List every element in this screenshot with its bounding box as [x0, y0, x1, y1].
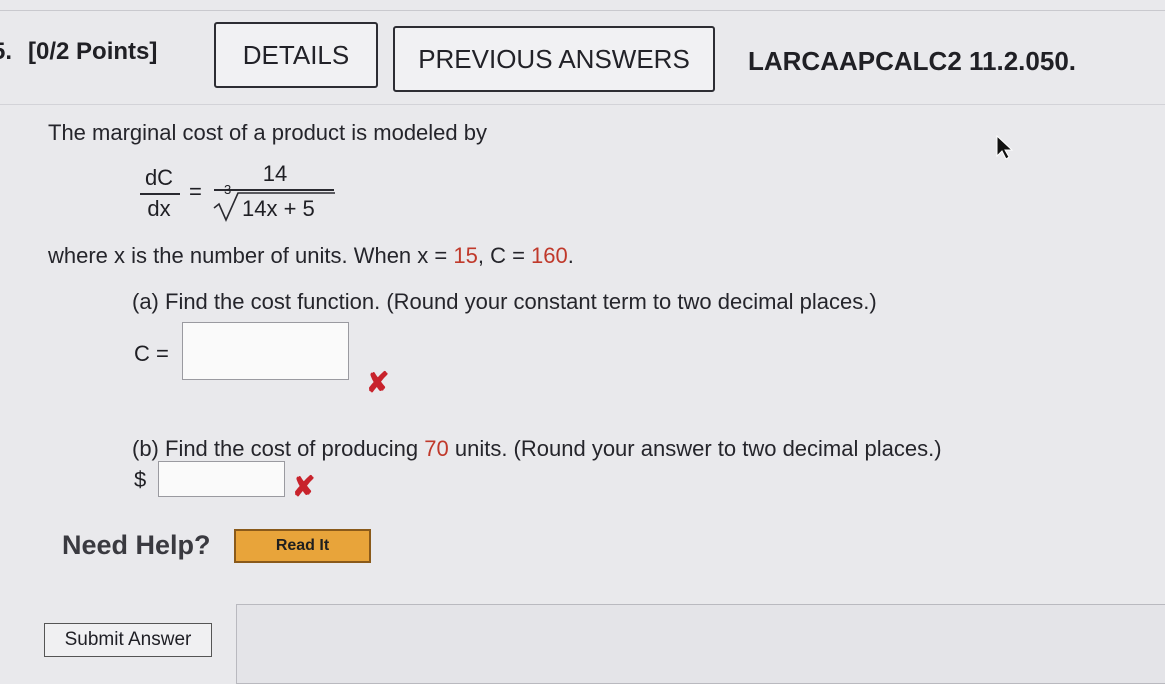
previous-answers-button[interactable]: PREVIOUS ANSWERS: [393, 26, 715, 92]
c-value: 160: [531, 243, 568, 268]
cost-function-label: C =: [134, 341, 169, 366]
condition-mid: , C =: [477, 243, 532, 268]
need-help-label: Need Help?: [62, 530, 211, 560]
currency-symbol: $: [134, 467, 147, 492]
part-b-suffix: units. (Round your answer to two decimal…: [448, 436, 942, 461]
points-label: [0/2 Points]: [28, 38, 158, 65]
given-condition: where x is the number of units. When x =…: [48, 243, 574, 269]
top-border: [0, 10, 1165, 11]
derivative-numerator: dC: [144, 165, 174, 190]
cost-function-input[interactable]: [182, 322, 349, 380]
details-button[interactable]: DETAILS: [214, 22, 378, 88]
part-a-prompt: (a) Find the cost function. (Round your …: [132, 289, 877, 314]
condition-suffix: .: [567, 243, 574, 268]
read-it-button[interactable]: Read It: [234, 529, 371, 563]
condition-prefix: where x is the number of units. When x =: [48, 243, 454, 268]
fraction-bar: [140, 193, 180, 195]
cursor-icon: [996, 134, 1014, 160]
question-number: 5.: [0, 38, 13, 65]
problem-intro: The marginal cost of a product is modele…: [48, 120, 488, 145]
header-divider: [0, 104, 1165, 105]
radicand: 14x + 5: [242, 196, 315, 221]
units-value: 70: [424, 436, 449, 461]
part-b-prompt: (b) Find the cost of producing 70 units.…: [132, 436, 942, 462]
close-icon: ✘: [366, 367, 390, 398]
answer-panel: [236, 604, 1165, 684]
equals-sign: =: [189, 179, 202, 204]
problem-code: LARCAAPCALC2 11.2.050.: [748, 46, 1076, 76]
close-icon: ✘: [292, 471, 316, 502]
cost-answer-input[interactable]: [158, 461, 285, 497]
derivative-denominator: dx: [147, 196, 171, 221]
part-b-prefix: (b) Find the cost of producing: [132, 436, 425, 461]
x-value: 15: [453, 243, 478, 268]
fraction-numerator: 14: [262, 161, 288, 186]
submit-answer-button[interactable]: Submit Answer: [44, 623, 212, 657]
